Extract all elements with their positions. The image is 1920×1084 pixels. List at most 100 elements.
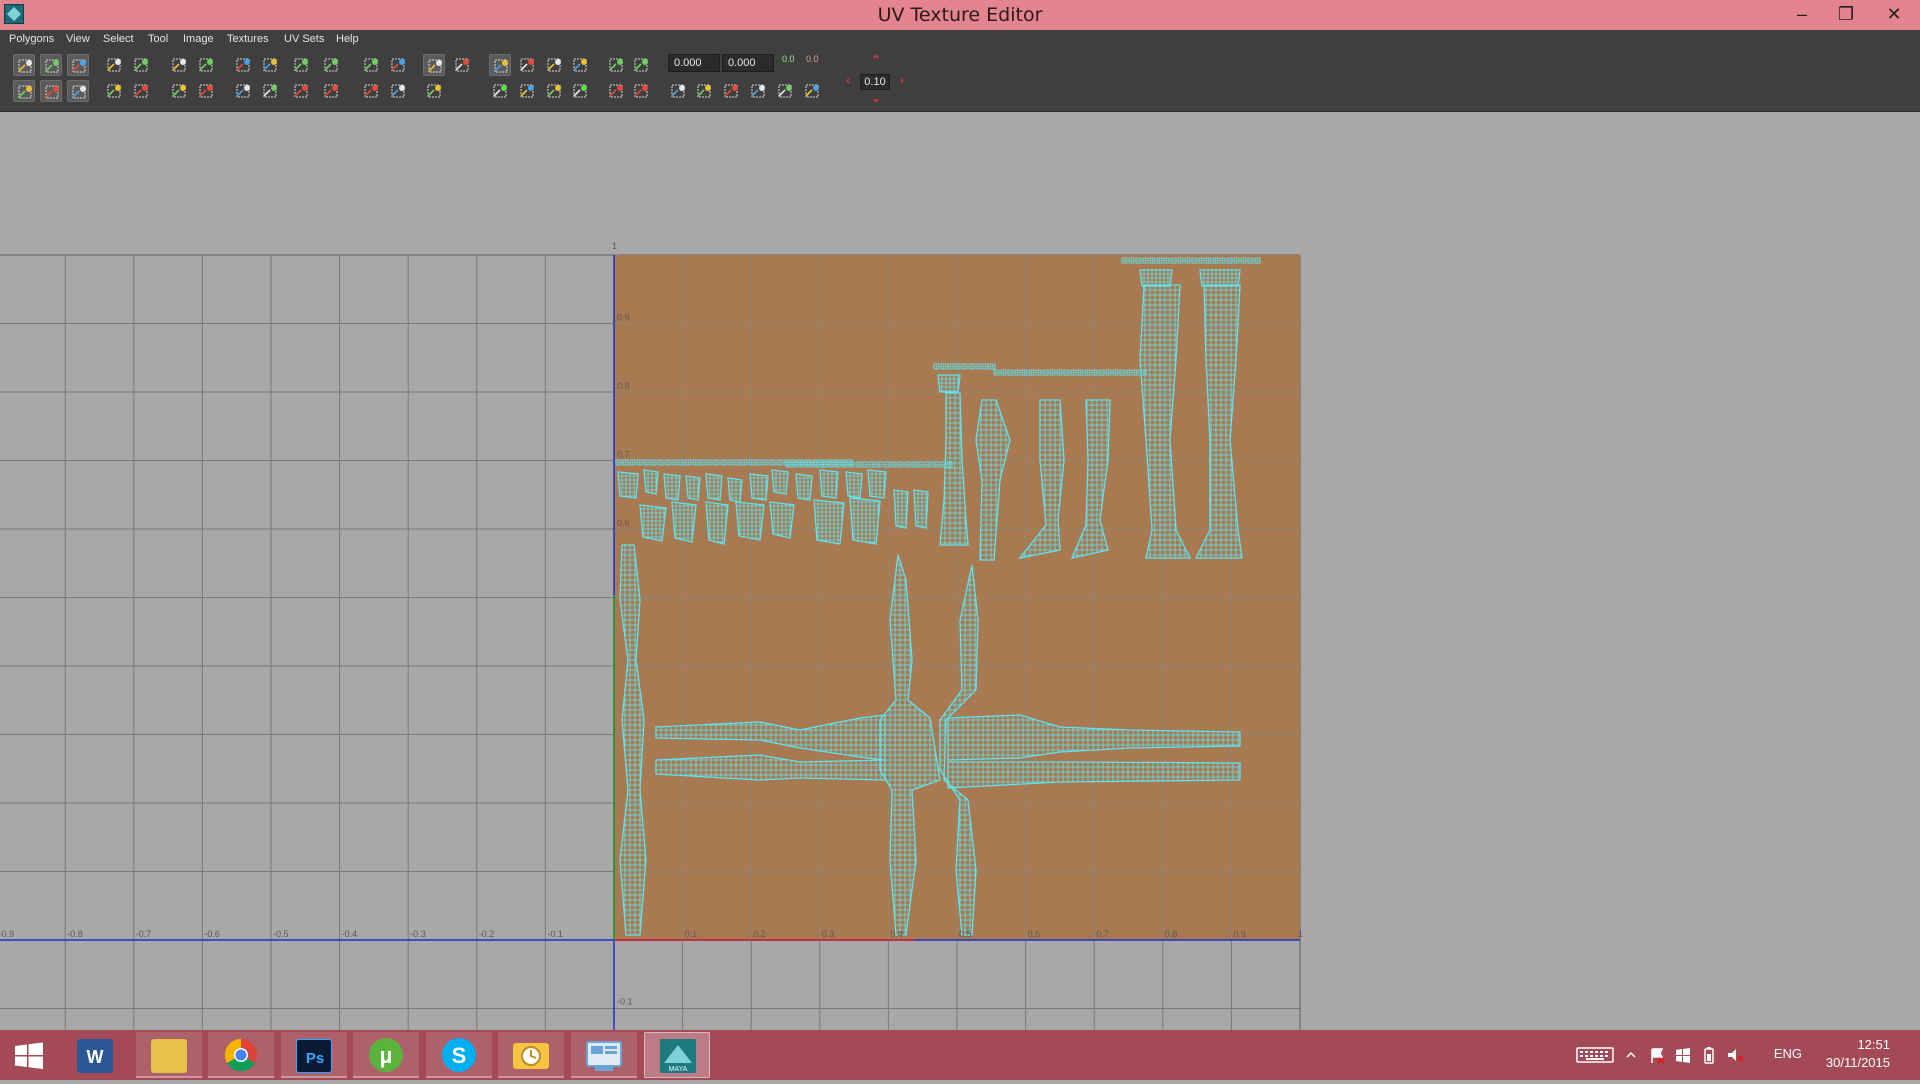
straighten-uv-button[interactable] (195, 80, 217, 102)
copy-uv-button[interactable] (667, 80, 689, 102)
iso-add-button[interactable] (630, 54, 652, 76)
uv-grid-canvas[interactable]: -0.9 -0.8 -0.7 -0.6 -0.5 -0.4 -0.3 -0.2 -0.1 0.1 0… (0, 113, 1920, 1030)
display-alpha-button[interactable] (569, 80, 591, 102)
taskbar-scheduler[interactable] (498, 1032, 564, 1078)
windows-logo-icon (15, 1042, 43, 1069)
align-min-v-button[interactable] (290, 80, 312, 102)
battery-icon[interactable] (1700, 1046, 1718, 1064)
step-up-arrow-icon[interactable]: ⌃ (871, 53, 881, 67)
menu-tool[interactable]: Tool (148, 33, 168, 45)
uv-shell-hand-piece-4[interactable] (685, 475, 701, 501)
menu-bar: Polygons View Select Tool Image Textures… (0, 30, 1920, 50)
taskbar-chrome[interactable] (208, 1032, 274, 1078)
menu-polygons[interactable]: Polygons (9, 33, 54, 45)
iso-clear-button[interactable] (630, 80, 652, 102)
normalize-uv-button[interactable] (40, 80, 62, 102)
paste-uv-button[interactable] (693, 80, 715, 102)
move-uv-shell-button[interactable] (67, 54, 89, 76)
copy-uv-set-button[interactable] (360, 80, 382, 102)
stack-uv-button[interactable] (259, 80, 281, 102)
align-min-u-button[interactable] (290, 54, 312, 76)
v-coordinate-field[interactable]: 0.000 (722, 54, 774, 72)
show-hidden-icons-chevron-icon[interactable] (1622, 1046, 1640, 1064)
pin-uv-button[interactable] (423, 80, 445, 102)
menu-uv-sets[interactable]: UV Sets (284, 33, 324, 45)
restore-button[interactable]: ❐ (1824, 0, 1868, 28)
rotate-uv-button[interactable] (130, 54, 152, 76)
u-tick-label-positive: 1 (1298, 929, 1303, 939)
shaded-uv-button[interactable] (543, 54, 565, 76)
uv-distortion-button[interactable] (387, 80, 409, 102)
image-filter-icon (547, 84, 561, 98)
unfold-uv-button[interactable] (387, 54, 409, 76)
minimize-button[interactable]: – (1780, 0, 1824, 28)
align-max-v-button[interactable] (320, 80, 342, 102)
taskbar-photoshop[interactable]: Ps (281, 1032, 347, 1078)
scale-uv-button[interactable] (168, 80, 190, 102)
taskbar-file-explorer[interactable] (136, 1032, 202, 1078)
sew-uv-edges-button[interactable] (259, 54, 281, 76)
menu-select[interactable]: Select (103, 33, 134, 45)
move-uv-button[interactable] (103, 54, 125, 76)
dim-image-button[interactable] (489, 80, 511, 102)
u-tick-label-positive: 0.3 (822, 929, 835, 939)
paste-u-button[interactable] (720, 80, 742, 102)
menu-image[interactable]: Image (183, 33, 214, 45)
uv-snapshot-button[interactable] (423, 54, 445, 76)
menu-textures[interactable]: Textures (227, 33, 269, 45)
select-uv-button[interactable] (13, 54, 35, 76)
lasso-select-button[interactable] (40, 54, 62, 76)
align-max-u-button[interactable] (320, 54, 342, 76)
menu-help[interactable]: Help (336, 33, 359, 45)
u-coordinate-field[interactable]: 0.000 (668, 54, 720, 72)
taskbar-utorrent[interactable]: µ (353, 1032, 419, 1078)
windows-update-icon[interactable] (1674, 1046, 1692, 1064)
input-language-indicator[interactable]: ENG (1774, 1046, 1802, 1061)
rotate-cw-button[interactable] (130, 80, 152, 102)
display-image-button[interactable] (489, 54, 511, 76)
uv-shell-hand-piece-2[interactable] (643, 469, 659, 495)
system-clock[interactable]: 12:51 30/11/2015 (1826, 1036, 1890, 1072)
paste-v-button[interactable] (747, 80, 769, 102)
step-left-arrow-icon[interactable]: ‹ (846, 73, 850, 87)
uv-shell-hand-piece-8[interactable] (771, 469, 789, 495)
layout-uv-button[interactable] (13, 80, 35, 102)
taskbar-skype[interactable]: S (426, 1032, 492, 1078)
image-filter-button[interactable] (543, 80, 565, 102)
uv-shell-hand-piece-6[interactable] (727, 477, 743, 503)
taskbar-word[interactable]: W (62, 1032, 128, 1078)
svg-text:µ: µ (380, 1043, 393, 1068)
u-tick-label-positive: 0.4 (890, 929, 903, 939)
step-right-arrow-icon[interactable]: › (900, 73, 904, 87)
iso-select-button[interactable] (605, 54, 627, 76)
texture-borders-button[interactable] (569, 54, 591, 76)
step-down-arrow-icon[interactable]: ⌄ (871, 91, 881, 105)
cut-uv-edges-button[interactable] (232, 54, 254, 76)
refresh-uv-button[interactable] (801, 80, 823, 102)
keyboard-icon[interactable] (1576, 1046, 1614, 1064)
image-range-button[interactable] (516, 54, 538, 76)
action-center-flag-icon[interactable] (1648, 1046, 1666, 1064)
checker-map-button[interactable] (516, 80, 538, 102)
iso-remove-button[interactable] (605, 80, 627, 102)
select-uv-icon (18, 59, 32, 73)
uv-viewport[interactable]: -0.9 -0.8 -0.7 -0.6 -0.5 -0.4 -0.3 -0.2 -0.1 0.1 0… (0, 113, 1920, 1030)
step-size-field[interactable]: 0.10 (860, 74, 890, 90)
close-button[interactable]: ✕ (1872, 0, 1916, 28)
v-tick-label: 0.6 (617, 518, 630, 528)
rotate-cw-icon (134, 84, 148, 98)
relax-uv-button[interactable] (67, 80, 89, 102)
start-button[interactable] (0, 1032, 58, 1078)
volume-muted-icon[interactable] (1726, 1046, 1744, 1064)
menu-view[interactable]: View (66, 33, 90, 45)
taskbar-control-panel[interactable] (571, 1032, 637, 1078)
cycle-uv-button[interactable] (774, 80, 796, 102)
svg-text:MAYA: MAYA (669, 1066, 688, 1073)
grid-uv-button[interactable] (360, 54, 382, 76)
taskbar-maya[interactable]: MAYA (644, 1032, 710, 1078)
rotate-ccw-button[interactable] (103, 80, 125, 102)
smooth-uv-button[interactable] (451, 54, 473, 76)
unitize-uv-button[interactable] (232, 80, 254, 102)
flip-v-button[interactable] (195, 54, 217, 76)
flip-u-button[interactable] (168, 54, 190, 76)
